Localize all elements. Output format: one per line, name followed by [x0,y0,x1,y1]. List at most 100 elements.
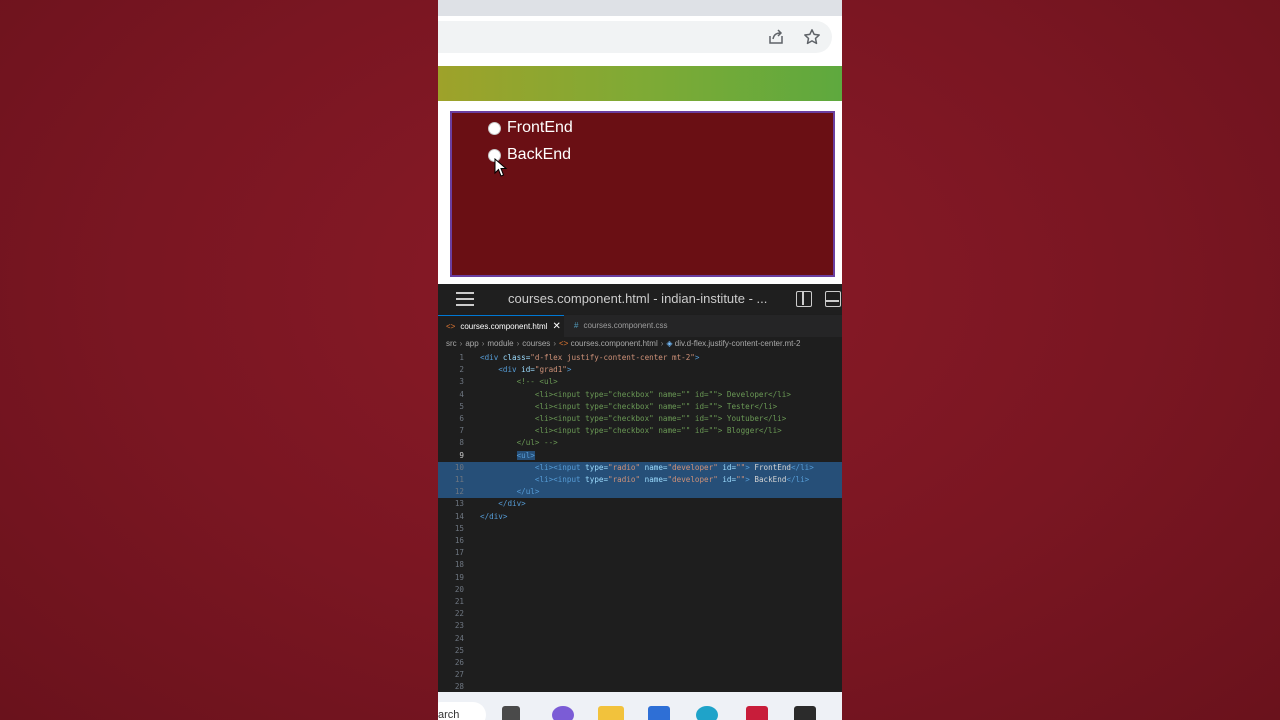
code-text: </ul> [480,486,540,498]
share-icon[interactable] [766,28,786,48]
line-number: 25 [454,645,464,655]
code-line[interactable]: 8 </ul> --> [438,437,842,449]
mouse-cursor-icon [494,158,508,177]
code-line[interactable]: 10 <li><input type="radio" name="develop… [438,461,842,474]
line-number: 3 [459,377,464,387]
line-number: 20 [454,584,464,594]
line-number: 14 [454,511,464,521]
code-line[interactable]: 15 [438,523,842,535]
browser-toolbar [438,16,842,58]
breadcrumb-item[interactable]: src [446,339,457,348]
chevron-right-icon: › [516,339,520,348]
close-icon[interactable]: ✕ [553,316,561,338]
code-line[interactable]: 11 <li><input type="radio" name="develop… [438,474,842,486]
breadcrumb-item[interactable]: courses [522,339,550,348]
line-number: 8 [459,438,464,448]
code-line[interactable]: 25 [438,645,842,657]
code-line[interactable]: 19 [438,572,842,584]
code-text: <li><input type="radio" name="developer"… [480,474,810,486]
chevron-right-icon: › [481,339,485,348]
breadcrumb-item[interactable]: app [465,339,478,348]
store-icon[interactable] [648,706,670,720]
vscode-window: courses.component.html - indian-institut… [438,284,842,692]
radio-label: BackEnd [507,146,572,163]
line-number: 23 [454,621,464,631]
code-line[interactable]: 2 <div id="grad1"> [438,364,842,376]
code-line[interactable]: 21 [438,596,842,608]
tab-courses-component-css[interactable]: # courses.component.css [566,315,696,337]
code-line[interactable]: 3 <!-- <ul> [438,376,842,388]
code-line[interactable]: 22 [438,608,842,620]
line-number: 2 [459,365,464,375]
code-line[interactable]: 17 [438,547,842,559]
code-text: </div> [480,511,508,521]
css-file-icon: # [574,321,579,330]
line-number: 24 [454,633,464,643]
radio-option-frontend[interactable]: FrontEnd [488,117,573,139]
line-number: 19 [454,572,464,582]
line-number: 1 [459,353,464,362]
code-editor[interactable]: 1 <div class="d-flex justify-content-cent… [438,352,842,692]
taskbar-search[interactable]: arch [438,702,486,720]
code-line[interactable]: 4 <li><input type="checkbox" name="" id=… [438,389,842,401]
recorder-icon[interactable] [746,706,768,720]
code-line[interactable]: 6 <li><input type="checkbox" name="" id=… [438,413,842,425]
file-explorer-icon[interactable] [598,706,624,720]
code-text: <li><input type="checkbox" name="" id=""… [534,426,782,436]
code-line[interactable]: 23 [438,620,842,632]
code-line[interactable]: 9 <ul> [438,450,842,462]
chevron-right-icon: › [553,339,556,348]
breadcrumb-item[interactable]: module [487,339,513,348]
toggle-sidebar-icon[interactable] [796,291,812,307]
line-number: 18 [454,560,464,570]
code-line[interactable]: 27 [438,669,842,681]
browser-tabstrip [438,0,842,16]
line-number: 13 [454,499,464,509]
phone-screen: FrontEnd BackEnd courses.component.html … [438,0,842,720]
code-text: <li><input type="checkbox" name="" id=""… [534,401,778,411]
code-text: <!-- <ul> [516,377,558,387]
star-icon[interactable] [802,28,822,48]
code-line[interactable]: 5 <li><input type="checkbox" name="" id=… [438,401,842,413]
breadcrumb-item[interactable]: courses.component.html [571,339,658,348]
taskbar: arch [438,692,842,720]
html-file-icon: <> [446,322,456,331]
edge-icon[interactable] [696,706,718,720]
tab-courses-component-html[interactable]: <> courses.component.html ✕ [438,315,564,337]
line-number: 10 [454,462,464,472]
task-view-icon[interactable] [502,706,520,720]
vscode-titlebar: courses.component.html - indian-institut… [438,284,842,314]
hamburger-menu-icon[interactable] [456,292,474,306]
element-icon: ◈ [666,339,675,348]
html-file-icon: <> [558,339,571,348]
chat-icon[interactable] [552,706,574,720]
radio-button[interactable] [488,121,501,135]
code-line[interactable]: 18 [438,559,842,571]
code-line[interactable]: 1 <div class="d-flex justify-content-cent… [438,352,842,364]
line-number: 7 [459,426,464,436]
radio-panel: FrontEnd BackEnd [450,111,835,277]
breadcrumb: src › app › module › courses › <> courses.compon… [446,339,842,353]
chevron-right-icon: › [459,339,463,348]
code-text: <ul> [516,450,535,460]
code-line[interactable]: 26 [438,657,842,669]
code-line[interactable]: 12 </ul> [438,486,842,499]
code-line[interactable]: 24 [438,633,842,645]
code-line[interactable]: 13 </div> [438,498,842,510]
breadcrumb-item[interactable]: div.d-flex.justify-content-center.mt-2 [675,339,801,348]
line-number: 21 [454,597,464,606]
toggle-panel-icon[interactable] [825,291,841,307]
code-text: <div class="d-flex justify-content-cente… [480,353,700,362]
code-line[interactable]: 20 [438,584,842,596]
line-number: 12 [454,487,464,497]
chevron-right-icon: › [660,339,664,348]
editor-tabs: <> courses.component.html ✕ # courses.compo… [438,315,842,337]
code-line[interactable]: 16 [438,535,842,547]
terminal-icon[interactable] [794,706,816,720]
line-number: 6 [459,414,464,423]
radio-label: FrontEnd [507,119,573,136]
window-title: courses.component.html - indian-institut… [508,291,768,306]
page-banner [438,66,842,101]
code-line[interactable]: 14 </div> [438,511,842,523]
code-line[interactable]: 7 <li><input type="checkbox" name="" id=… [438,425,842,437]
